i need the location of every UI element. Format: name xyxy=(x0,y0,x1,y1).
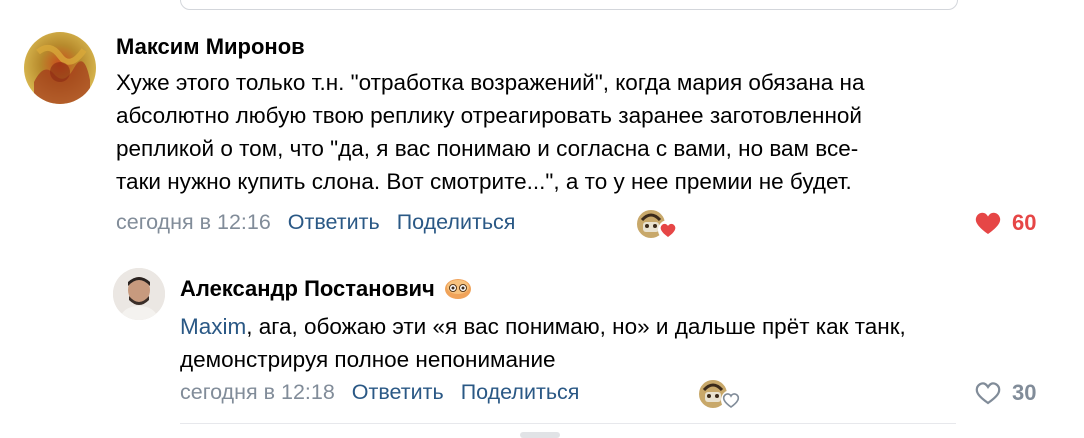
comment-text-line: Maxim, ага, обожаю эти «я вас понимаю, н… xyxy=(180,310,906,343)
author-name-text: Александр Постанович xyxy=(180,276,435,301)
divider xyxy=(180,423,956,424)
share-button[interactable]: Поделиться xyxy=(461,380,580,405)
comment-text-line: демонстрируя полное непонимание xyxy=(180,347,556,372)
comment-2-reply: Александр Постанович Maxim, ага, обожаю … xyxy=(0,0,1084,420)
mention-link[interactable]: Maxim xyxy=(180,314,246,339)
comment-meta: сегодня в 12:18 Ответить Поделиться xyxy=(180,380,579,405)
avatar[interactable] xyxy=(113,268,165,320)
donut-emoji-icon xyxy=(444,279,471,299)
like-button[interactable]: 30 xyxy=(974,380,1036,406)
reply-button[interactable]: Ответить xyxy=(352,380,444,405)
author-name[interactable]: Александр Постанович xyxy=(180,276,473,302)
timestamp[interactable]: сегодня в 12:18 xyxy=(180,380,335,405)
reaction-sticker-icon xyxy=(697,378,741,410)
comment-text: Maxim, ага, обожаю эти «я вас понимаю, н… xyxy=(180,310,906,376)
like-count: 30 xyxy=(1012,380,1037,405)
comment-text-rest: , ага, обожаю эти «я вас понимаю, но» и … xyxy=(246,314,906,339)
reactions-summary[interactable] xyxy=(696,376,741,410)
heart-outline-icon xyxy=(975,382,1001,405)
scroll-indicator xyxy=(520,432,560,438)
